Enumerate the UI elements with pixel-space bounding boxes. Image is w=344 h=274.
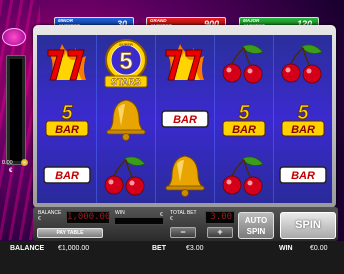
super-5-stars-icon: SUPER 5 STARS xyxy=(96,35,155,91)
total-bet-display: 3.00 xyxy=(205,211,235,224)
coin-icon xyxy=(21,159,28,166)
spin-button[interactable]: SPIN xyxy=(280,212,336,239)
seven-icon xyxy=(37,35,96,91)
five-bar-icon: 5 BAR xyxy=(273,91,332,147)
bottom-bet-label: BET xyxy=(152,245,166,252)
svg-text:BAR: BAR xyxy=(55,124,79,136)
svg-text:BAR: BAR xyxy=(232,124,256,136)
auto-spin-label: SPIN xyxy=(246,227,266,236)
bar-icon: BAR xyxy=(37,147,96,203)
auto-spin-button[interactable]: AUTO SPIN xyxy=(238,212,274,239)
bottom-balance-value: €1,000.00 xyxy=(58,245,90,252)
svg-text:STARS: STARS xyxy=(111,77,141,87)
svg-text:5: 5 xyxy=(119,48,132,75)
bottom-win-value: €0.00 xyxy=(310,245,328,252)
svg-text:SUPER: SUPER xyxy=(119,42,133,47)
svg-text:BAR: BAR xyxy=(55,170,79,182)
balance-currency: € xyxy=(38,216,41,222)
decrease-bet-button[interactable]: − xyxy=(170,227,196,238)
increase-bet-button[interactable]: + xyxy=(207,227,233,238)
meter-value: 0.00 xyxy=(2,160,13,166)
win-display xyxy=(114,217,164,225)
cherries-icon xyxy=(273,35,332,91)
meter-bar xyxy=(10,59,22,161)
bell-icon xyxy=(96,91,155,147)
side-meter xyxy=(6,55,26,165)
win-label: WIN xyxy=(115,210,125,216)
bell-icon xyxy=(155,147,214,203)
meter-currency: € xyxy=(9,168,13,174)
bottom-bet-value: €3.00 xyxy=(186,245,204,252)
bottom-balance-label: BALANCE xyxy=(10,245,45,252)
pay-table-button[interactable]: PAY TABLE xyxy=(37,228,103,238)
bar-icon: BAR xyxy=(273,147,332,203)
bottom-win-label: WIN xyxy=(279,245,293,252)
svg-text:BAR: BAR xyxy=(291,170,315,182)
svg-text:BAR: BAR xyxy=(173,114,197,126)
auto-spin-label: AUTO xyxy=(244,216,268,225)
cherries-icon xyxy=(214,147,273,203)
reels-area[interactable]: SUPER 5 STARS 5 BAR BAR 5 BAR 5 BAR BAR BAR xyxy=(37,35,332,203)
seven-icon xyxy=(155,35,214,91)
five-bar-icon: 5 BAR xyxy=(37,91,96,147)
balance-label: BALANCE xyxy=(38,210,62,216)
game-logo-icon xyxy=(2,28,26,46)
total-bet-currency: € xyxy=(170,216,173,222)
bar-icon: BAR xyxy=(155,91,214,147)
five-bar-icon: 5 BAR xyxy=(214,91,273,147)
cherries-icon xyxy=(96,147,155,203)
svg-text:BAR: BAR xyxy=(291,124,315,136)
balance-display: 1,000.00 xyxy=(66,211,111,224)
cherries-icon xyxy=(214,35,273,91)
total-bet-label: TOTAL BET xyxy=(170,210,197,216)
